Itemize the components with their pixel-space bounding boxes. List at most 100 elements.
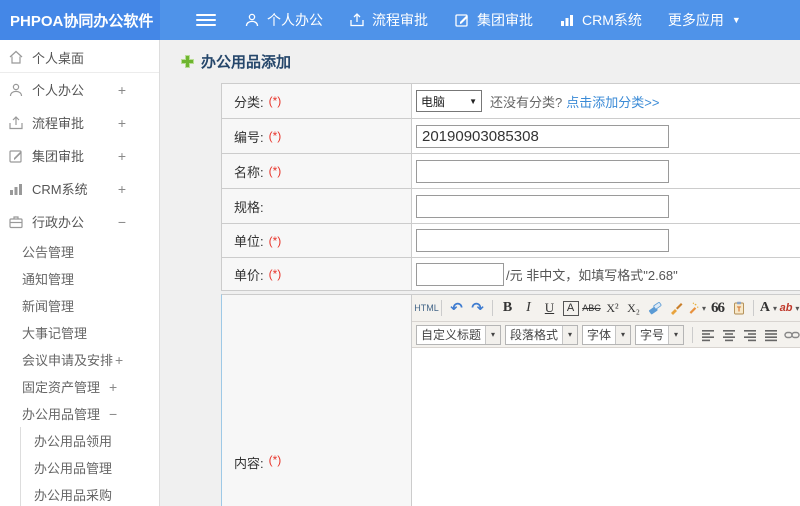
paste-button[interactable]: T — [729, 298, 748, 318]
sidebar-item-office-supplies-mgmt[interactable]: 办公用品管理 − — [0, 400, 159, 427]
paragraph-format-select[interactable]: 段落格式 ▾ — [505, 324, 579, 345]
format-brush-button[interactable] — [666, 298, 685, 318]
sidebar-item-supplies-claim[interactable]: 办公用品领用 — [20, 427, 159, 454]
sidebar-item-notice-mgmt[interactable]: 通知管理 — [0, 265, 159, 292]
nav-personal-office[interactable]: 个人办公 — [244, 10, 323, 30]
brush-icon — [670, 303, 682, 315]
font-family-select[interactable]: 字体 ▾ — [582, 324, 632, 345]
underline-button[interactable]: U — [540, 298, 559, 318]
expand-icon[interactable]: + — [118, 181, 126, 197]
user-icon — [9, 83, 23, 96]
toolbar-separator — [692, 326, 694, 343]
expand-icon[interactable]: + — [118, 115, 126, 131]
collapse-icon[interactable]: − — [109, 406, 117, 422]
caret-down-icon: ▾ — [773, 303, 778, 313]
autotypeset-button[interactable]: A — [561, 298, 580, 318]
required-mark: (*) — [268, 164, 282, 178]
sidebar-label: 固定资产管理 — [22, 380, 101, 395]
sidebar-label: 集团审批 — [32, 149, 85, 164]
content-label: 内容: (*) — [222, 295, 412, 506]
collapse-icon[interactable]: − — [118, 214, 126, 230]
sidebar-label: 办公用品管理 — [34, 461, 113, 476]
sidebar-item-personal-desktop[interactable]: 个人桌面 — [0, 42, 159, 73]
bar-chart-icon — [561, 15, 573, 26]
required-mark: (*) — [268, 233, 282, 248]
sidebar-item-supplies-purchase[interactable]: 办公用品采购 — [20, 481, 159, 506]
edit-icon — [9, 149, 22, 163]
sidebar-item-crm-system[interactable]: CRM系统 + — [0, 172, 159, 205]
custom-title-select[interactable]: 自定义标题 ▾ — [416, 324, 502, 345]
link-button[interactable] — [782, 325, 800, 345]
toolbar-separator — [441, 300, 442, 316]
auto-format-button[interactable]: ▾ — [687, 298, 706, 318]
hamburger-menu-icon[interactable] — [196, 11, 216, 29]
font-size-select[interactable]: 字号 ▾ — [635, 324, 685, 345]
required-mark: (*) — [268, 267, 282, 281]
number-input[interactable] — [416, 124, 669, 148]
italic-button[interactable]: I — [519, 298, 538, 318]
briefcase-icon — [9, 215, 23, 228]
nav-label: 集团审批 — [477, 12, 533, 28]
rich-text-editor: HTML ↶ ↷ B I U A ABC X² X₂ ▾ 66 T A ▾ ab… — [412, 295, 800, 506]
nav-group-approval[interactable]: 集团审批 — [454, 10, 533, 30]
sidebar-item-fixed-assets-mgmt[interactable]: 固定资产管理 + — [0, 373, 159, 400]
sidebar-item-workflow-approval[interactable]: 流程审批 + — [0, 106, 159, 139]
nav-crm-system[interactable]: CRM系统 — [559, 10, 642, 30]
category-hint: 还没有分类? — [490, 94, 563, 110]
nav-more-apps[interactable]: 更多应用 ▼ — [668, 10, 741, 30]
sidebar-label: 办公用品管理 — [22, 407, 101, 422]
align-right-button[interactable] — [740, 325, 759, 345]
bar-chart-icon — [10, 183, 22, 195]
sidebar-item-memorabilia-mgmt[interactable]: 大事记管理 — [0, 319, 159, 346]
caret-down-icon: ▾ — [485, 325, 501, 344]
sidebar-item-group-approval[interactable]: 集团审批 + — [0, 139, 159, 172]
sidebar-item-admin-office[interactable]: 行政办公 − — [0, 205, 159, 238]
name-input[interactable] — [416, 159, 669, 183]
sidebar-label: 个人办公 — [32, 83, 85, 98]
source-code-button[interactable]: HTML — [414, 298, 439, 318]
sidebar-item-meeting-request[interactable]: 会议申请及安排 + — [0, 346, 159, 373]
app-logo[interactable]: PHPOA协同办公软件 — [0, 0, 160, 40]
eraser-button[interactable] — [645, 298, 664, 318]
sidebar-item-personal-office[interactable]: 个人办公 + — [0, 73, 159, 106]
editor-toolbar-row1: HTML ↶ ↷ B I U A ABC X² X₂ ▾ 66 T A ▾ ab… — [412, 295, 800, 322]
justify-icon — [764, 329, 777, 341]
blockquote-button[interactable]: 66 — [708, 298, 727, 318]
svg-text:T: T — [736, 307, 741, 314]
category-label: 分类: (*) — [222, 84, 412, 118]
spec-input[interactable] — [416, 194, 669, 218]
form-row-category: 分类: (*) 电脑 ▼ 还没有分类? 点击添加分类>> — [222, 84, 800, 119]
font-color-button[interactable]: A ▾ — [759, 298, 778, 318]
align-center-button[interactable] — [719, 325, 738, 345]
nav-workflow-approval[interactable]: 流程审批 — [349, 10, 428, 30]
expand-icon[interactable]: + — [118, 82, 126, 98]
eraser-icon — [648, 302, 661, 315]
subscript-button[interactable]: X₂ — [624, 298, 643, 318]
sidebar-item-supplies-manage[interactable]: 办公用品管理 — [20, 454, 159, 481]
sidebar-label: 个人桌面 — [32, 50, 85, 66]
redo-button[interactable]: ↷ — [468, 298, 487, 318]
superscript-button[interactable]: X² — [603, 298, 622, 318]
category-select[interactable]: 电脑 ▼ — [416, 90, 482, 112]
add-category-link[interactable]: 点击添加分类>> — [566, 92, 659, 111]
caret-down-icon: ▾ — [795, 303, 800, 313]
undo-button[interactable]: ↶ — [447, 298, 466, 318]
expand-icon[interactable]: + — [109, 379, 117, 395]
background-color-button[interactable]: ab ▾ — [780, 298, 800, 318]
bold-button[interactable]: B — [498, 298, 517, 318]
expand-icon[interactable]: + — [118, 148, 126, 164]
sidebar-item-news-mgmt[interactable]: 新闻管理 — [0, 292, 159, 319]
home-icon — [9, 50, 23, 64]
strikethrough-button[interactable]: ABC — [582, 298, 601, 318]
price-input[interactable] — [416, 262, 504, 286]
align-left-button[interactable] — [698, 325, 717, 345]
sidebar-item-announcement-mgmt[interactable]: 公告管理 — [0, 238, 159, 265]
editor-content-area[interactable] — [412, 348, 800, 506]
justify-button[interactable] — [761, 325, 780, 345]
sidebar-label: CRM系统 — [32, 182, 88, 197]
expand-icon[interactable]: + — [115, 352, 123, 368]
unit-input[interactable] — [416, 229, 669, 252]
page-title: 办公用品添加 — [160, 40, 800, 83]
price-suffix-hint: /元 非中文，如填写格式"2.68" — [506, 267, 678, 283]
sidebar-label: 办公用品领用 — [34, 434, 113, 449]
